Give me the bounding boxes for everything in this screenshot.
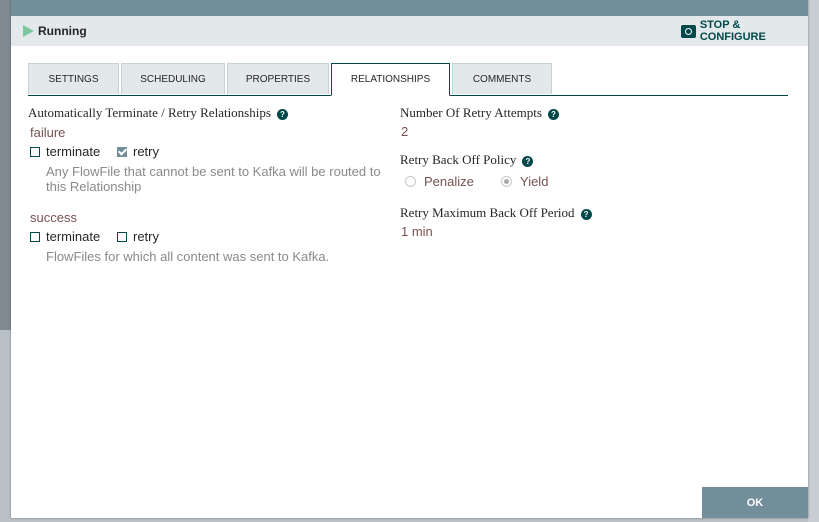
max-backoff-value: 1 min	[401, 224, 433, 239]
tab-scheduling[interactable]: SCHEDULING	[121, 63, 225, 94]
run-status-label: Running	[38, 24, 87, 38]
success-terminate-checkbox[interactable]	[30, 231, 40, 242]
relationship-name-failure: failure	[30, 125, 66, 140]
success-terminate-option: terminate	[30, 229, 100, 244]
max-backoff-heading: Retry Maximum Back Off Period?	[400, 205, 592, 221]
policy-yield-label: Yield	[520, 174, 549, 189]
relationships-heading: Automatically Terminate / Retry Relation…	[28, 105, 288, 121]
failure-terminate-label: terminate	[46, 144, 101, 159]
status-bar: Running STOP & CONFIGURE	[11, 16, 808, 46]
stop-and-configure-label: STOP & CONFIGURE	[699, 19, 766, 43]
canvas-edge	[808, 0, 819, 522]
dialog-header-bar	[11, 0, 808, 16]
policy-penalize-label: Penalize	[424, 174, 474, 189]
max-backoff-label: Retry Maximum Back Off Period	[400, 205, 575, 220]
help-icon[interactable]: ?	[547, 108, 559, 120]
help-icon[interactable]: ?	[522, 155, 534, 167]
retry-attempts-label: Number Of Retry Attempts	[400, 105, 542, 120]
processor-config-dialog: Running STOP & CONFIGURE SETTINGS SCHEDU…	[11, 0, 808, 518]
success-retry-option: retry	[117, 229, 159, 244]
failure-retry-checkbox[interactable]	[117, 146, 127, 157]
retry-attempts-heading: Number Of Retry Attempts?	[400, 105, 559, 121]
success-description: FlowFiles for which all content was sent…	[46, 249, 330, 264]
tab-comments[interactable]: COMMENTS	[452, 63, 552, 94]
tab-bar: SETTINGS SCHEDULING PROPERTIES RELATIONS…	[28, 63, 788, 96]
policy-yield-radio[interactable]	[501, 176, 512, 187]
retry-policy-heading: Retry Back Off Policy?	[400, 152, 534, 168]
tab-relationships[interactable]: RELATIONSHIPS	[331, 63, 450, 96]
failure-terminate-checkbox[interactable]	[30, 146, 40, 157]
play-icon	[23, 25, 34, 37]
help-icon[interactable]: ?	[580, 208, 592, 220]
retry-policy-label: Retry Back Off Policy	[400, 152, 517, 167]
failure-description: Any FlowFile that cannot be sent to Kafk…	[46, 164, 381, 194]
tab-properties[interactable]: PROPERTIES	[227, 63, 329, 94]
tab-settings[interactable]: SETTINGS	[28, 63, 119, 94]
stop-and-configure-button[interactable]: STOP & CONFIGURE	[681, 19, 808, 43]
success-terminate-label: terminate	[46, 229, 101, 244]
success-retry-label: retry	[133, 229, 159, 244]
failure-retry-label: retry	[133, 144, 159, 159]
relationship-name-success: success	[30, 210, 77, 225]
policy-penalize-radio[interactable]	[405, 176, 416, 187]
failure-terminate-option: terminate	[30, 144, 100, 159]
relationships-heading-text: Automatically Terminate / Retry Relation…	[28, 105, 271, 120]
failure-retry-option: retry	[117, 144, 159, 159]
help-icon[interactable]: ?	[276, 108, 288, 120]
success-retry-checkbox[interactable]	[117, 231, 127, 242]
policy-yield-option: Yield	[501, 174, 548, 189]
ok-button[interactable]: OK	[702, 487, 808, 518]
policy-penalize-option: Penalize	[405, 174, 474, 189]
retry-attempts-value: 2	[401, 124, 409, 139]
gear-stop-icon	[681, 24, 696, 38]
